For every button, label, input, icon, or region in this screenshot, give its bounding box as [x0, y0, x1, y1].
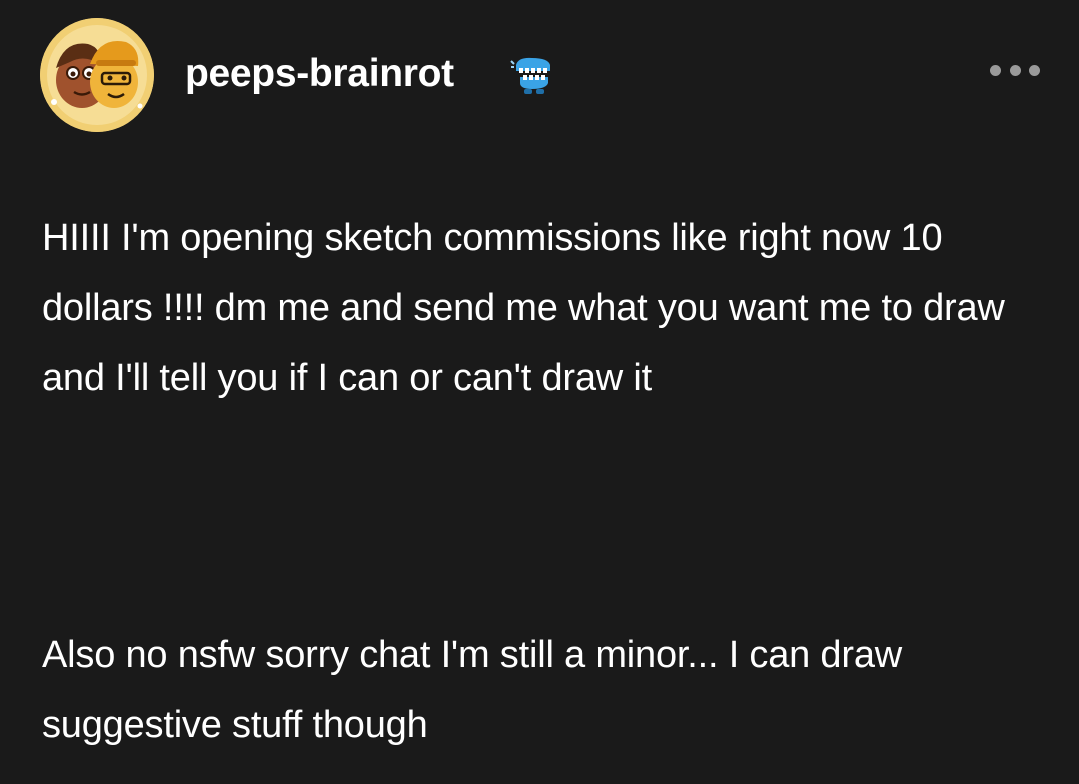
post-body: HIIII I'm opening sketch commissions lik… [42, 203, 1042, 413]
post-header: peeps-brainrot [40, 18, 1040, 133]
more-options-icon[interactable] [990, 58, 1040, 82]
post-paragraph: HIIII I'm opening sketch commissions lik… [42, 217, 1005, 399]
more-dot [990, 64, 1001, 76]
avatar[interactable] [40, 18, 154, 132]
chattering-teeth-badge-icon[interactable] [510, 55, 556, 97]
post-card: peeps-brainrot HIIII I'm opening sketch … [0, 0, 1079, 784]
username-link[interactable]: peeps-brainrot [185, 54, 454, 93]
post-paragraph: Also no nsfw sorry chat I'm still a mino… [42, 634, 902, 746]
more-dot [1009, 64, 1021, 76]
avatar-illustration-icon [40, 18, 154, 132]
more-dot [1029, 64, 1040, 76]
